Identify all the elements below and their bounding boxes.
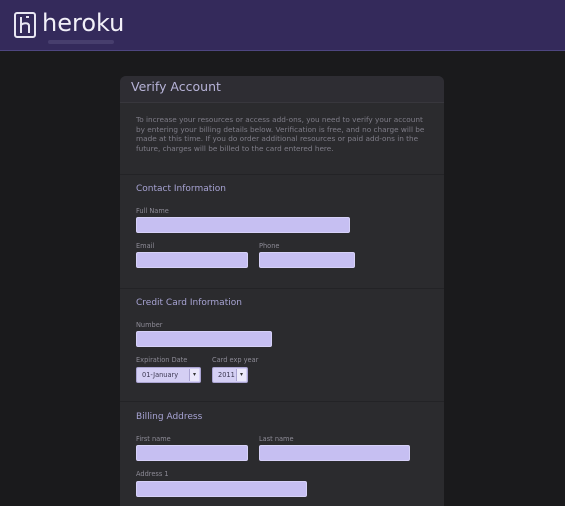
brand-tagline (48, 40, 114, 44)
email-label: Email (136, 242, 155, 250)
card-number-label: Number (136, 321, 163, 329)
brand-name[interactable]: heroku (42, 9, 124, 37)
expiration-date-label: Expiration Date (136, 356, 188, 364)
card-number-input[interactable] (136, 331, 272, 347)
chevron-down-icon: ▾ (236, 369, 246, 381)
section-divider (120, 288, 444, 289)
section-divider (120, 174, 444, 175)
chevron-down-icon: ▾ (189, 369, 199, 381)
card-exp-year-label: Card exp year (212, 356, 259, 364)
section-divider (120, 401, 444, 402)
expiration-year-value: 2011 (218, 371, 235, 379)
billing-section-title: Billing Address (136, 412, 203, 422)
expiration-month-value: 01-January (142, 371, 179, 379)
expiration-month-select[interactable]: 01-January ▾ (136, 367, 201, 383)
last-name-label: Last name (259, 435, 294, 443)
first-name-input[interactable] (136, 445, 248, 461)
address-1-input[interactable] (136, 481, 307, 497)
address-1-label: Address 1 (136, 470, 169, 478)
full-name-label: Full Name (136, 207, 169, 215)
credit-card-section-title: Credit Card Information (136, 298, 242, 308)
verify-account-panel: Verify Account To increase your resource… (120, 76, 444, 506)
expiration-year-select[interactable]: 2011 ▾ (212, 367, 248, 383)
phone-input[interactable] (259, 252, 355, 268)
last-name-input[interactable] (259, 445, 410, 461)
heroku-logo-icon[interactable] (14, 12, 36, 38)
contact-section-title: Contact Information (136, 184, 226, 194)
top-navigation-bar: heroku (0, 0, 565, 51)
phone-label: Phone (259, 242, 280, 250)
page-title: Verify Account (131, 79, 221, 94)
first-name-label: First name (136, 435, 171, 443)
intro-text: To increase your resources or access add… (136, 115, 425, 153)
panel-header: Verify Account (120, 76, 444, 103)
full-name-input[interactable] (136, 217, 350, 233)
email-input[interactable] (136, 252, 248, 268)
